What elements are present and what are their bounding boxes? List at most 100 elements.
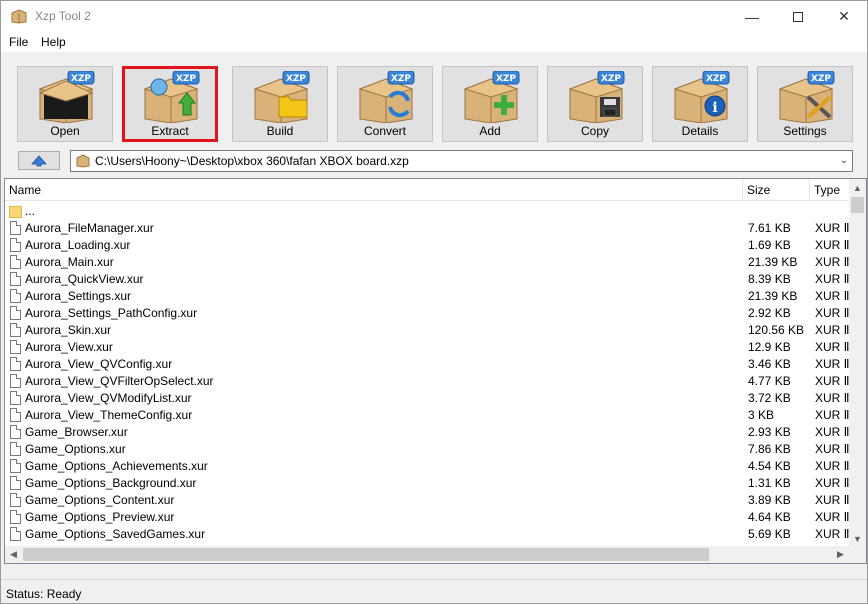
file-icon [10,306,21,320]
file-size: 4.64 KB [748,510,791,524]
file-name: Aurora_View_ThemeConfig.xur [25,408,193,422]
file-icon [10,221,21,235]
toolbar-button-label: Convert [363,124,407,138]
vertical-scrollbar[interactable]: ▲ ▼ [849,179,866,547]
file-type: XUR Ⅱ [815,493,849,507]
horizontal-scroll-thumb[interactable] [23,548,709,561]
vertical-scroll-thumb[interactable] [851,197,864,213]
app-box-icon [11,9,27,24]
horizontal-scrollbar[interactable]: ◀ ▶ [5,546,849,563]
open-button[interactable]: XZP Open [17,66,113,142]
file-size: 5.69 KB [748,527,791,541]
list-item[interactable]: Game_Options_Achievements.xur 4.54 KB XUR … [5,458,849,475]
file-name: Game_Options_Preview.xur [25,510,175,524]
box-info-icon: XZP i [673,71,730,123]
file-type: XUR Ⅱ [815,323,849,337]
list-item[interactable]: Aurora_View_QVFilterOpSelect.xur 4.77 KB X… [5,373,849,390]
list-item[interactable]: Game_Options_SavedGames.xur 5.69 KB XUR Ⅱ [5,526,849,543]
toolbar-button-label: Add [479,124,501,138]
file-icon [10,391,21,405]
xzp-badge: XZP [496,74,516,84]
status-bar: Status: Ready [1,579,867,603]
app-window: Xzp Tool 2 — ✕ File Help XZP Open XZP Extra… [0,0,868,604]
list-header: Name Size Type [5,179,849,201]
parent-label: ... [25,204,36,218]
file-type: XUR Ⅱ [815,221,849,235]
list-item[interactable]: Game_Options.xur 7.86 KB XUR Ⅱ [5,441,849,458]
file-size: 21.39 KB [748,255,798,269]
file-size: 21.39 KB [748,289,798,303]
list-item[interactable]: Game_Options_Preview.xur 4.64 KB XUR Ⅱ [5,509,849,526]
scroll-left-icon[interactable]: ◀ [5,546,22,563]
file-name: Game_Options_Achievements.xur [25,459,208,473]
file-name: Game_Options_SavedGames.xur [25,527,206,541]
list-item[interactable]: Aurora_View_QVModifyList.xur 3.72 KB XUR Ⅱ [5,390,849,407]
maximize-button[interactable] [775,1,821,32]
column-header-type[interactable]: Type [810,179,849,201]
file-type: XUR Ⅱ [815,442,849,456]
parent-row[interactable]: ... [5,203,849,220]
minimize-button[interactable]: — [729,1,775,32]
convert-button[interactable]: XZP Convert [337,66,433,142]
path-combobox[interactable]: C:\Users\Hoony~\Desktop\xbox 360\fafan X… [70,150,853,172]
menu-help[interactable]: Help [41,35,66,49]
scrollbar-corner [849,546,866,563]
file-name: Aurora_FileManager.xur [25,221,154,235]
list-item[interactable]: Aurora_Settings_PathConfig.xur 2.92 KB XUR… [5,305,849,322]
extract-button[interactable]: XZP Extract [122,66,218,142]
toolbar-button-label: Extract [151,124,189,138]
close-icon: ✕ [838,8,850,24]
file-type: XUR Ⅱ [815,510,849,524]
scroll-right-icon[interactable]: ▶ [832,546,849,563]
file-size: 4.54 KB [748,459,791,473]
file-icon [10,374,21,388]
list-item[interactable]: Aurora_Main.xur 21.39 KB XUR Ⅱ [5,254,849,271]
list-item[interactable]: Aurora_Loading.xur 1.69 KB XUR Ⅱ [5,237,849,254]
file-type: XUR Ⅱ [815,408,849,422]
scroll-down-icon[interactable]: ▼ [849,530,866,547]
list-item[interactable]: Aurora_QuickView.xur 8.39 KB XUR Ⅱ [5,271,849,288]
file-icon [10,272,21,286]
file-name: Aurora_Main.xur [25,255,114,269]
file-type: XUR Ⅱ [815,255,849,269]
toolbar-button-label: Details [681,124,719,138]
details-button[interactable]: XZP i Details [652,66,748,142]
build-button[interactable]: XZP Build [232,66,328,142]
column-header-name[interactable]: Name [5,179,743,201]
path-text: C:\Users\Hoony~\Desktop\xbox 360\fafan X… [95,154,409,168]
file-list: Name Size Type ... Aurora_FileManager.xu… [4,178,867,564]
up-folder-button[interactable] [18,151,60,170]
list-item[interactable]: Aurora_FileManager.xur 7.61 KB XUR Ⅱ [5,220,849,237]
file-name: Game_Options_Background.xur [25,476,197,490]
file-icon [10,238,21,252]
list-item[interactable]: Aurora_View_QVConfig.xur 3.46 KB XUR Ⅱ [5,356,849,373]
add-button[interactable]: XZP Add [442,66,538,142]
list-rows: ... Aurora_FileManager.xur 7.61 KB XUR Ⅱ Au… [5,203,849,543]
list-item[interactable]: Game_Options_Background.xur 1.31 KB XUR Ⅱ [5,475,849,492]
close-button[interactable]: ✕ [821,1,867,32]
column-header-size[interactable]: Size [743,179,810,201]
list-item[interactable]: Aurora_View_ThemeConfig.xur 3 KB XUR Ⅱ [5,407,849,424]
file-name: Aurora_View_QVConfig.xur [25,357,173,371]
file-size: 2.92 KB [748,306,791,320]
settings-button[interactable]: XZP Settings [757,66,853,142]
chevron-down-icon[interactable]: ⌄ [840,155,848,166]
xzp-badge: XZP [706,74,726,84]
xzp-badge: XZP [176,74,196,84]
file-size: 7.86 KB [748,442,791,456]
status-text: Status: Ready [6,587,82,601]
menu-file[interactable]: File [9,35,28,49]
file-name: Aurora_View.xur [25,340,113,354]
list-item[interactable]: Game_Browser.xur 2.93 KB XUR Ⅱ [5,424,849,441]
list-item[interactable]: Aurora_Skin.xur 120.56 KB XUR Ⅱ [5,322,849,339]
file-name: Aurora_View_QVModifyList.xur [25,391,192,405]
scroll-up-icon[interactable]: ▲ [849,179,866,196]
file-type: XUR Ⅱ [815,425,849,439]
file-size: 12.9 KB [748,340,791,354]
toolbar-button-label: Open [50,124,80,138]
list-item[interactable]: Aurora_View.xur 12.9 KB XUR Ⅱ [5,339,849,356]
list-item[interactable]: Aurora_Settings.xur 21.39 KB XUR Ⅱ [5,288,849,305]
list-item[interactable]: Game_Options_Content.xur 3.89 KB XUR Ⅱ [5,492,849,509]
copy-button[interactable]: XZP Copy [547,66,643,142]
file-type: XUR Ⅱ [815,391,849,405]
